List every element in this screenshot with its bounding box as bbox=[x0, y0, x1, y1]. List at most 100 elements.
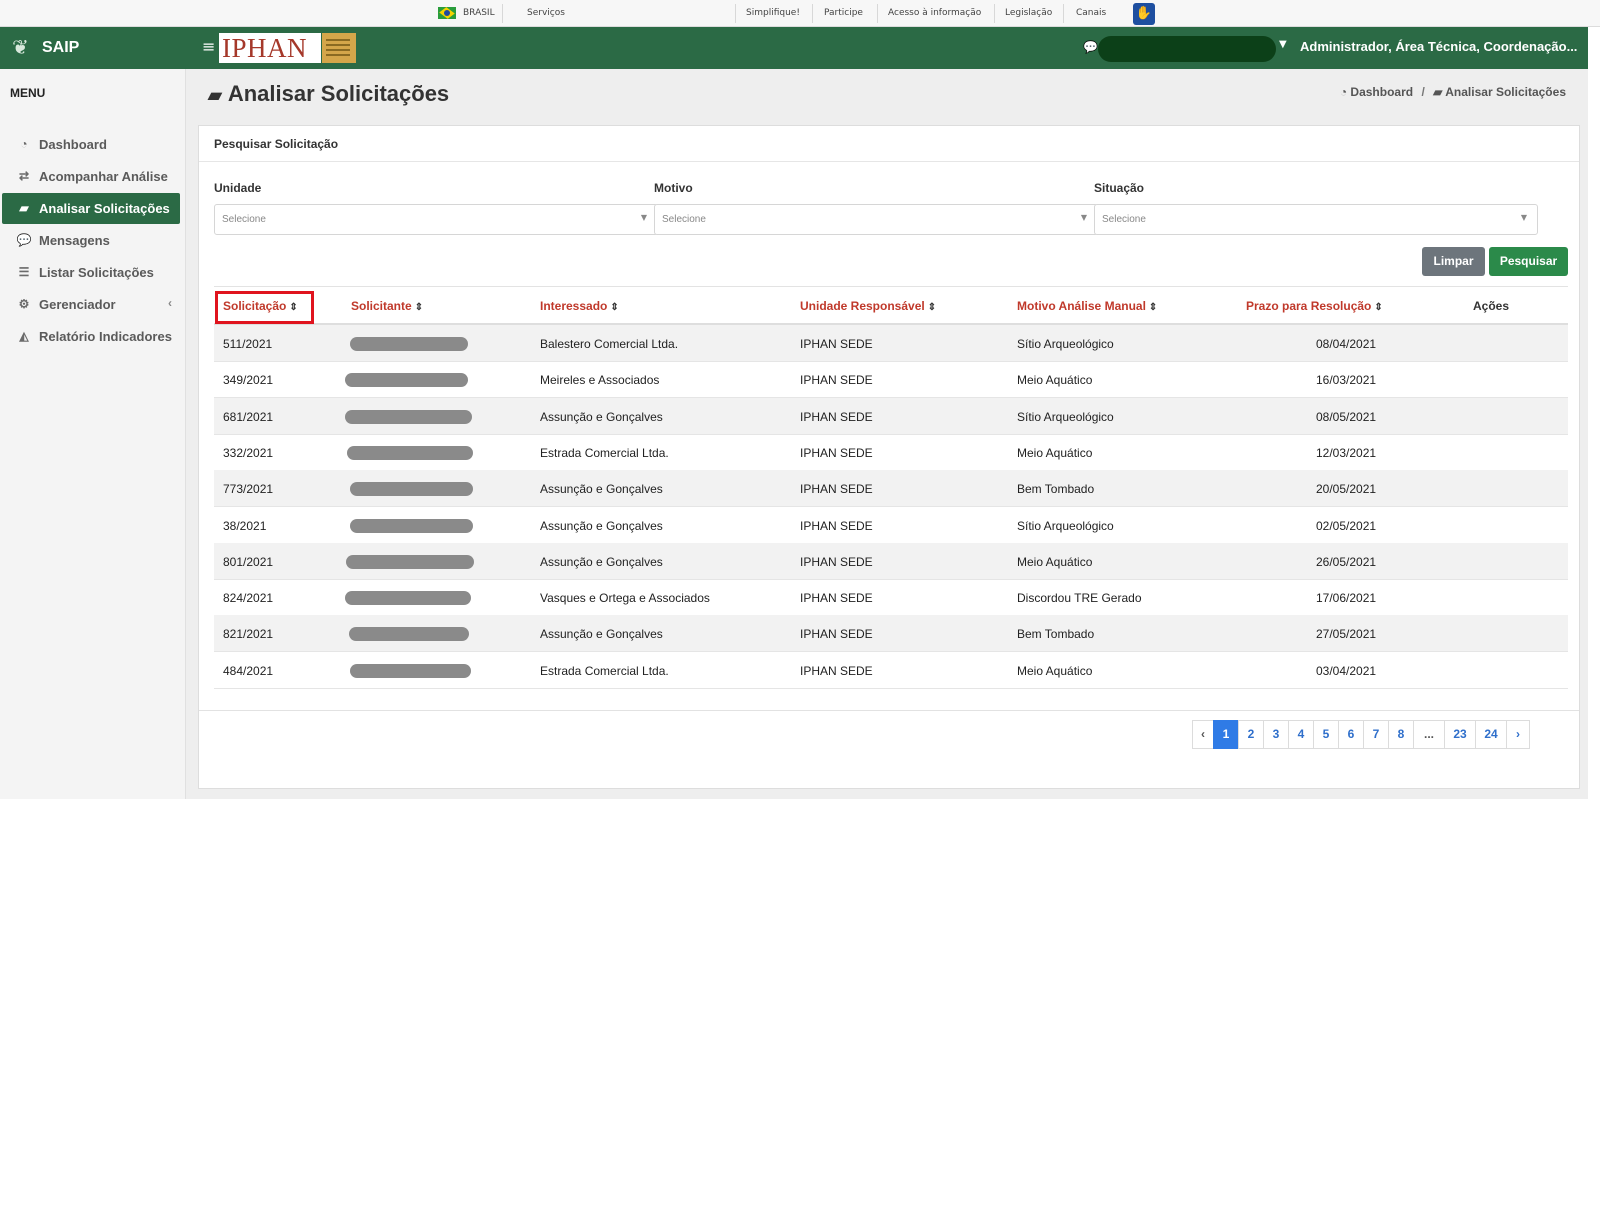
column-header-solicitante[interactable]: Solicitante ⇕ bbox=[351, 299, 423, 313]
book-icon: ▰ bbox=[208, 85, 222, 105]
user-dropdown-caret-icon[interactable]: ▼ bbox=[1279, 39, 1287, 50]
gov-link-servicos[interactable]: Serviços bbox=[527, 0, 565, 26]
sidebar-item-relatorio-indicadores[interactable]: ◭ Relatório Indicadores bbox=[2, 321, 180, 352]
table-row[interactable]: 349/2021 Meireles e Associados IPHAN SEDE M… bbox=[214, 361, 1568, 399]
table-row[interactable]: 773/2021 Assunção e Gonçalves IPHAN SEDE Be… bbox=[214, 470, 1568, 508]
cell-motivo: Meio Aquático bbox=[1017, 373, 1093, 388]
cell-motivo: Discordou TRE Gerado bbox=[1017, 591, 1142, 606]
column-header-prazo[interactable]: Prazo para Resolução ⇕ bbox=[1246, 299, 1383, 313]
redacted-solicitante bbox=[349, 627, 469, 642]
sidebar-item-label: Acompanhar Análise bbox=[39, 169, 168, 184]
gov-brasil-link[interactable]: BRASIL bbox=[463, 0, 495, 26]
page-title-text: Analisar Solicitações bbox=[227, 81, 450, 106]
dashboard-icon: ◔ bbox=[1339, 85, 1348, 99]
breadcrumb-dashboard-link[interactable]: Dashboard bbox=[1350, 85, 1413, 99]
pagination-page-5[interactable]: 5 bbox=[1313, 720, 1339, 749]
cell-prazo: 20/05/2021 bbox=[1316, 482, 1377, 497]
pagination-page-3[interactable]: 3 bbox=[1263, 720, 1289, 749]
accessibility-hand-icon[interactable]: ✋ bbox=[1133, 3, 1155, 25]
sidebar-item-analisar-solicitacoes[interactable]: ▰ Analisar Solicitações bbox=[2, 193, 180, 224]
sidebar-item-mensagens[interactable]: 💬 Mensagens bbox=[2, 225, 180, 256]
cell-motivo: Sítio Arqueológico bbox=[1017, 518, 1114, 533]
table-row[interactable]: 821/2021 Assunção e Gonçalves IPHAN SEDE Be… bbox=[214, 615, 1568, 653]
sidebar-item-listar-solicitacoes[interactable]: ☰ Listar Solicitações bbox=[2, 257, 180, 288]
sidebar-item-acompanhar-analise[interactable]: ⇄ Acompanhar Análise bbox=[2, 161, 180, 192]
redacted-user-name[interactable] bbox=[1098, 36, 1276, 62]
sidebar-item-label: Listar Solicitações bbox=[39, 265, 154, 280]
select-placeholder: Selecione bbox=[222, 214, 266, 225]
book-icon: ▰ bbox=[1433, 85, 1443, 99]
gov-separator bbox=[877, 4, 878, 23]
cell-motivo: Bem Tombado bbox=[1017, 482, 1095, 497]
sidebar-item-label: Relatório Indicadores bbox=[39, 329, 172, 344]
table-row[interactable]: 484/2021 Estrada Comercial Ltda. IPHAN SED… bbox=[214, 652, 1568, 689]
gov-separator bbox=[502, 4, 503, 23]
cell-prazo: 17/06/2021 bbox=[1316, 591, 1377, 606]
pagination-page-24[interactable]: 24 bbox=[1475, 720, 1507, 749]
redacted-solicitante bbox=[345, 591, 471, 606]
cell-solicitacao: 773/2021 bbox=[223, 482, 274, 497]
gov-bar: BRASIL Serviços Simplifique! Participe A… bbox=[0, 0, 1600, 27]
redacted-solicitante bbox=[345, 409, 472, 424]
unidade-select[interactable]: Selecione ▼ bbox=[214, 204, 658, 235]
pagination-page-8[interactable]: 8 bbox=[1388, 720, 1414, 749]
pagination-prev[interactable]: ‹ bbox=[1192, 720, 1214, 749]
pagination-page-23[interactable]: 23 bbox=[1444, 720, 1476, 749]
pagination-page-7[interactable]: 7 bbox=[1363, 720, 1389, 749]
column-header-acoes: Ações bbox=[1473, 299, 1510, 313]
gov-separator bbox=[1063, 4, 1064, 23]
cell-prazo: 12/03/2021 bbox=[1316, 445, 1377, 460]
table-row[interactable]: 824/2021 Vasques e Ortega e Associados IPH… bbox=[214, 579, 1568, 617]
pagination-next[interactable]: › bbox=[1506, 720, 1530, 749]
cell-unidade: IPHAN SEDE bbox=[800, 337, 873, 351]
sidebar: MENU ◔ Dashboard ⇄ Acompanhar Análise ▰ … bbox=[0, 69, 186, 799]
select-placeholder: Selecione bbox=[662, 214, 706, 225]
situacao-select[interactable]: Selecione ▼ bbox=[1094, 204, 1538, 235]
iphan-logo-emblem bbox=[322, 33, 356, 63]
motivo-select[interactable]: Selecione ▼ bbox=[654, 204, 1098, 235]
cell-prazo: 16/03/2021 bbox=[1316, 373, 1377, 388]
gears-icon: ⚙ bbox=[18, 297, 30, 311]
sidebar-item-gerenciador[interactable]: ⚙ Gerenciador ‹ bbox=[2, 289, 180, 320]
sidebar-item-dashboard[interactable]: ◔ Dashboard bbox=[2, 129, 180, 160]
column-header-unidade-responsavel[interactable]: Unidade Responsável ⇕ bbox=[800, 299, 936, 313]
column-header-interessado[interactable]: Interessado ⇕ bbox=[540, 299, 619, 313]
column-header-solicitacao[interactable]: Solicitação ⇕ bbox=[223, 299, 298, 313]
user-roles[interactable]: Administrador, Área Técnica, Coordenação… bbox=[1300, 39, 1577, 54]
brand[interactable]: ❦ SAIP bbox=[0, 27, 186, 69]
cell-unidade: IPHAN SEDE bbox=[800, 373, 873, 388]
cell-interessado: Balestero Comercial Ltda. bbox=[540, 337, 679, 351]
cell-interessado: Assunção e Gonçalves bbox=[540, 409, 663, 424]
pagination-page-2[interactable]: 2 bbox=[1238, 720, 1264, 749]
table-row[interactable]: 681/2021 Assunção e Gonçalves IPHAN SEDE Sí… bbox=[214, 397, 1568, 435]
gov-link-legislacao[interactable]: Legislação bbox=[1005, 0, 1052, 26]
sidebar-item-label: Gerenciador bbox=[39, 297, 116, 312]
brazil-flag-icon[interactable] bbox=[438, 7, 456, 19]
table-row[interactable]: 332/2021 Estrada Comercial Ltda. IPHAN SED… bbox=[214, 434, 1568, 471]
iphan-logo: IPHAN bbox=[219, 33, 321, 63]
gov-link-acesso-informacao[interactable]: Acesso à informação bbox=[888, 0, 981, 26]
cell-solicitacao: 38/2021 bbox=[223, 518, 267, 533]
chat-icon[interactable]: 💬 bbox=[1083, 40, 1098, 54]
table-row[interactable]: 801/2021 Assunção e Gonçalves IPHAN SEDE Me… bbox=[214, 542, 1568, 580]
pagination-page-1[interactable]: 1 bbox=[1213, 720, 1239, 749]
gov-link-simplifique[interactable]: Simplifique! bbox=[746, 0, 800, 26]
gov-link-canais[interactable]: Canais bbox=[1076, 0, 1106, 26]
cell-solicitacao: 511/2021 bbox=[223, 337, 273, 351]
menu-toggle-icon[interactable]: ≡ bbox=[202, 38, 215, 56]
cell-motivo: Sítio Arqueológico bbox=[1017, 409, 1114, 424]
search-button[interactable]: Pesquisar bbox=[1489, 247, 1568, 276]
gov-link-participe[interactable]: Participe bbox=[824, 0, 863, 26]
breadcrumb: ◔ Dashboard / ▰ Analisar Solicitações bbox=[1340, 85, 1566, 99]
table-row[interactable]: 511/2021 Balestero Comercial Ltda. IPHAN S… bbox=[214, 325, 1568, 362]
pagination-page-4[interactable]: 4 bbox=[1288, 720, 1314, 749]
redacted-solicitante bbox=[346, 554, 474, 569]
redacted-solicitante bbox=[350, 482, 473, 497]
clear-button[interactable]: Limpar bbox=[1422, 247, 1485, 276]
filter-label-situacao: Situação bbox=[1094, 181, 1145, 195]
cell-prazo: 26/05/2021 bbox=[1316, 554, 1377, 569]
table-row[interactable]: 38/2021 Assunção e Gonçalves IPHAN SEDE Sít… bbox=[214, 507, 1568, 544]
column-header-motivo[interactable]: Motivo Análise Manual ⇕ bbox=[1017, 299, 1157, 313]
redacted-solicitante bbox=[350, 518, 473, 533]
pagination-page-6[interactable]: 6 bbox=[1338, 720, 1364, 749]
